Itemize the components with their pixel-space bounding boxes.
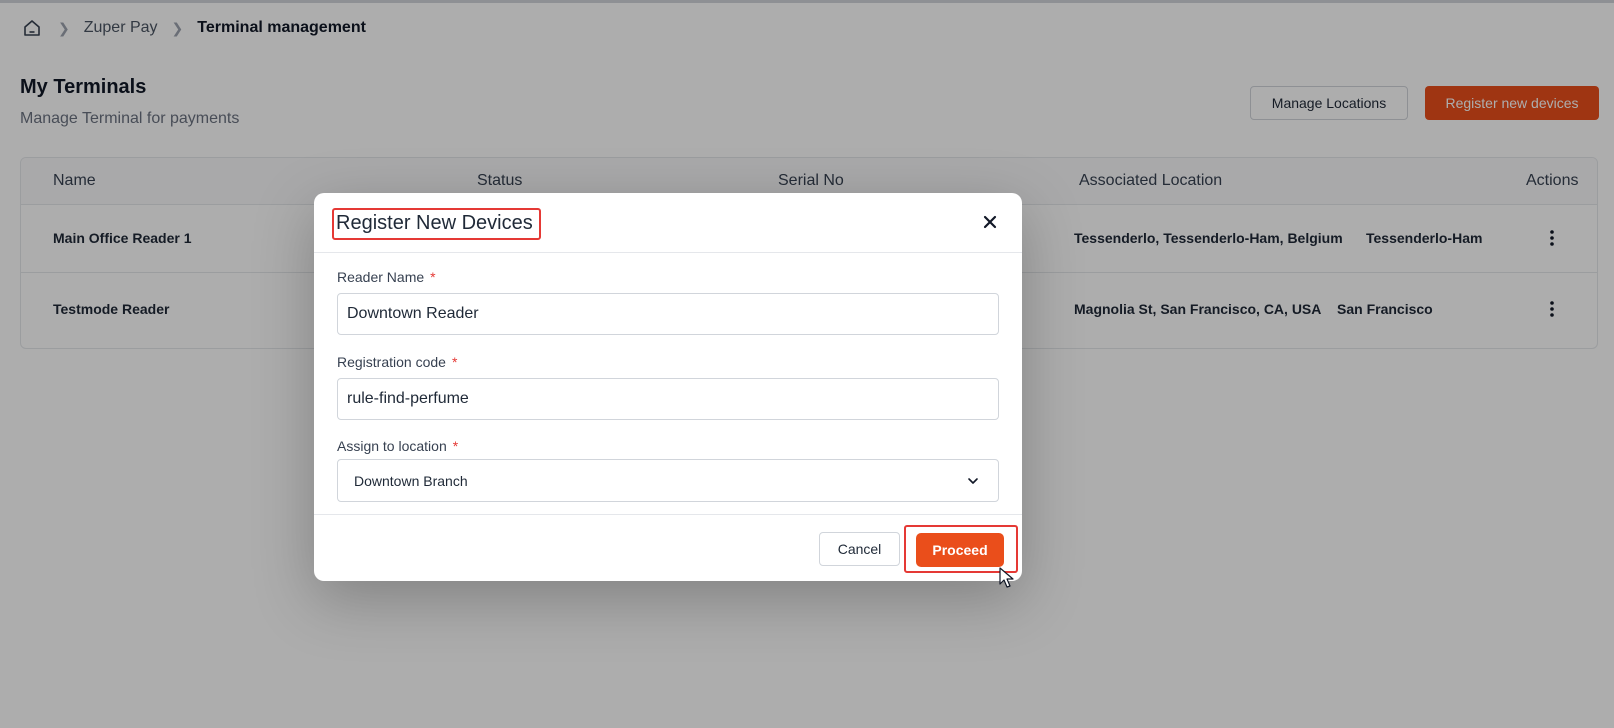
required-asterisk: * <box>452 438 459 454</box>
cancel-button[interactable]: Cancel <box>819 532 900 566</box>
proceed-highlight: Proceed <box>904 525 1018 573</box>
reader-name-input[interactable] <box>337 293 999 335</box>
modal-title: Register New Devices <box>332 208 541 240</box>
registration-code-input[interactable] <box>337 378 999 420</box>
proceed-button[interactable]: Proceed <box>916 533 1004 567</box>
chevron-down-icon <box>966 474 980 488</box>
close-icon[interactable] <box>978 210 1002 234</box>
required-asterisk: * <box>430 269 436 285</box>
reader-name-label: Reader Name * <box>337 269 436 285</box>
registration-code-label: Registration code * <box>337 354 458 370</box>
register-devices-modal: Register New Devices Reader Name* Regist… <box>314 193 1022 581</box>
location-select-value: Downtown Branch <box>354 473 468 489</box>
required-asterisk: * <box>451 354 458 370</box>
location-select[interactable]: Downtown Branch <box>337 459 999 502</box>
assign-location-label: Assign to location * <box>337 438 459 454</box>
modal-header: Register New Devices <box>314 193 1022 253</box>
modal-footer: Cancel Proceed <box>314 514 1022 581</box>
mouse-cursor-icon <box>999 567 1015 589</box>
